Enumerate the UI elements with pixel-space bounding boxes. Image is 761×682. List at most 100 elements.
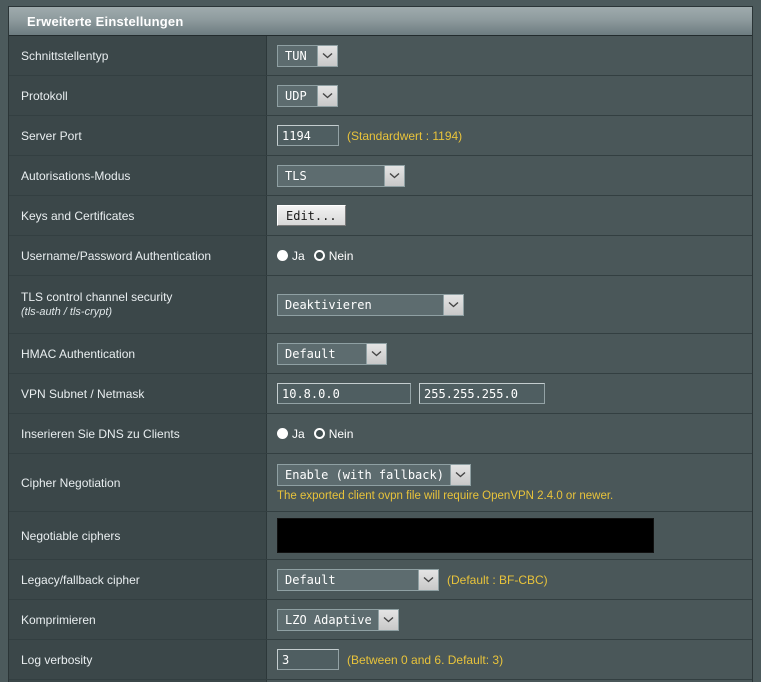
radio-userpass-auth-no-label: Nein bbox=[328, 248, 354, 263]
field-cell-hmac-authentication: Default bbox=[267, 334, 752, 373]
page-root: Erweiterte Einstellungen Schnittstellent… bbox=[0, 0, 761, 682]
select-tls-control-channel-value: Deaktivieren bbox=[285, 297, 372, 312]
row-interface-type: Schnittstellentyp TUN bbox=[9, 36, 752, 76]
label-cell-negotiable-ciphers: Negotiable ciphers bbox=[9, 512, 267, 559]
chevron-down-icon bbox=[443, 294, 463, 315]
label-keys-certificates: Keys and Certificates bbox=[21, 208, 135, 223]
radio-push-dns-no[interactable]: Nein bbox=[313, 427, 353, 441]
vpn-netmask-input[interactable] bbox=[419, 383, 545, 404]
label-cell-userpass-auth: Username/Password Authentication bbox=[9, 236, 267, 275]
label-push-dns: Inserieren Sie DNS zu Clients bbox=[21, 426, 180, 441]
chevron-down-icon bbox=[317, 85, 337, 106]
field-cell-tls-control-channel: Deaktivieren bbox=[267, 276, 752, 333]
field-cell-negotiable-ciphers bbox=[267, 512, 752, 559]
row-protocol: Protokoll UDP bbox=[9, 76, 752, 116]
label-log-verbosity: Log verbosity bbox=[21, 652, 93, 667]
label-cell-auth-mode: Autorisations-Modus bbox=[9, 156, 267, 195]
select-legacy-fallback-cipher[interactable]: Default bbox=[277, 568, 439, 591]
row-cipher-negotiation: Cipher Negotiation Enable (with fallback… bbox=[9, 454, 752, 512]
label-protocol: Protokoll bbox=[21, 88, 68, 103]
radio-icon-selected bbox=[313, 428, 325, 439]
select-hmac-authentication[interactable]: Default bbox=[277, 342, 387, 365]
label-cell-hmac-authentication: HMAC Authentication bbox=[9, 334, 267, 373]
row-push-dns: Inserieren Sie DNS zu Clients Ja Nein bbox=[9, 414, 752, 454]
radio-push-dns-yes[interactable]: Ja bbox=[277, 427, 305, 441]
server-port-hint: (Standardwert : 1194) bbox=[347, 128, 463, 143]
advanced-settings-panel: Erweiterte Einstellungen Schnittstellent… bbox=[8, 6, 753, 682]
field-cell-interface-type: TUN bbox=[267, 36, 752, 75]
label-hmac-authentication: HMAC Authentication bbox=[21, 346, 136, 361]
label-auth-mode: Autorisations-Modus bbox=[21, 168, 131, 183]
radio-userpass-auth-yes[interactable]: Ja bbox=[277, 249, 305, 263]
label-cell-cipher-negotiation: Cipher Negotiation bbox=[9, 454, 267, 511]
radio-icon-unselected bbox=[277, 428, 288, 439]
log-verbosity-hint: (Between 0 and 6. Default: 3) bbox=[347, 652, 504, 667]
field-cell-keys-certificates: Edit... bbox=[267, 196, 752, 235]
radio-group-push-dns: Ja Nein bbox=[277, 427, 744, 441]
select-compression-value: LZO Adaptive bbox=[285, 612, 372, 627]
label-cell-tls-control-channel: TLS control channel security (tls-auth /… bbox=[9, 276, 267, 333]
label-cipher-negotiation: Cipher Negotiation bbox=[21, 475, 121, 490]
chevron-down-icon bbox=[377, 609, 398, 630]
log-verbosity-input[interactable] bbox=[277, 649, 339, 670]
chevron-down-icon bbox=[418, 569, 438, 590]
row-auth-mode: Autorisations-Modus TLS bbox=[9, 156, 752, 196]
edit-keys-button[interactable]: Edit... bbox=[277, 205, 346, 226]
panel-title: Erweiterte Einstellungen bbox=[27, 13, 184, 29]
row-log-verbosity: Log verbosity (Between 0 and 6. Default:… bbox=[9, 640, 752, 680]
label-cell-server-port: Server Port bbox=[9, 116, 267, 155]
select-protocol[interactable]: UDP bbox=[277, 84, 338, 107]
label-vpn-subnet-netmask: VPN Subnet / Netmask bbox=[21, 386, 145, 401]
sublabel-tls-control-channel: (tls-auth / tls-crypt) bbox=[21, 306, 113, 318]
field-cell-push-dns: Ja Nein bbox=[267, 414, 752, 453]
label-negotiable-ciphers: Negotiable ciphers bbox=[21, 528, 121, 543]
label-tls-control-channel: TLS control channel security bbox=[21, 290, 173, 304]
field-cell-legacy-fallback-cipher: Default (Default : BF-CBC) bbox=[267, 560, 752, 599]
row-negotiable-ciphers: Negotiable ciphers bbox=[9, 512, 752, 560]
label-cell-vpn-subnet-netmask: VPN Subnet / Netmask bbox=[9, 374, 267, 413]
radio-push-dns-yes-label: Ja bbox=[292, 426, 305, 441]
chevron-down-icon bbox=[317, 45, 337, 66]
radio-icon-unselected bbox=[277, 250, 288, 261]
field-cell-server-port: (Standardwert : 1194) bbox=[267, 116, 752, 155]
label-cell-legacy-fallback-cipher: Legacy/fallback cipher bbox=[9, 560, 267, 599]
select-cipher-negotiation[interactable]: Enable (with fallback) bbox=[277, 463, 471, 486]
select-cipher-negotiation-value: Enable (with fallback) bbox=[285, 467, 444, 482]
field-cell-auth-mode: TLS bbox=[267, 156, 752, 195]
field-cell-vpn-subnet-netmask bbox=[267, 374, 752, 413]
row-tls-control-channel: TLS control channel security (tls-auth /… bbox=[9, 276, 752, 334]
field-cell-log-verbosity: (Between 0 and 6. Default: 3) bbox=[267, 640, 752, 679]
label-cell-interface-type: Schnittstellentyp bbox=[9, 36, 267, 75]
chevron-down-icon bbox=[449, 464, 470, 485]
label-cell-protocol: Protokoll bbox=[9, 76, 267, 115]
field-cell-protocol: UDP bbox=[267, 76, 752, 115]
select-protocol-value: UDP bbox=[285, 88, 307, 103]
select-hmac-authentication-value: Default bbox=[285, 346, 336, 361]
panel-header: Erweiterte Einstellungen bbox=[9, 7, 752, 36]
label-server-port: Server Port bbox=[21, 128, 82, 143]
label-compression: Komprimieren bbox=[21, 612, 96, 627]
row-server-port: Server Port (Standardwert : 1194) bbox=[9, 116, 752, 156]
select-interface-type[interactable]: TUN bbox=[277, 44, 338, 67]
select-auth-mode[interactable]: TLS bbox=[277, 164, 405, 187]
label-cell-push-dns: Inserieren Sie DNS zu Clients bbox=[9, 414, 267, 453]
label-legacy-fallback-cipher: Legacy/fallback cipher bbox=[21, 572, 140, 587]
select-tls-control-channel[interactable]: Deaktivieren bbox=[277, 293, 464, 316]
chevron-down-icon bbox=[366, 343, 386, 364]
radio-userpass-auth-no[interactable]: Nein bbox=[313, 248, 354, 263]
row-keys-certificates: Keys and Certificates Edit... bbox=[9, 196, 752, 236]
select-compression[interactable]: LZO Adaptive bbox=[277, 608, 399, 631]
row-legacy-fallback-cipher: Legacy/fallback cipher Default (Default … bbox=[9, 560, 752, 600]
server-port-input[interactable] bbox=[277, 125, 339, 146]
radio-group-userpass-auth: Ja Nein bbox=[277, 249, 744, 263]
label-cell-keys-certificates: Keys and Certificates bbox=[9, 196, 267, 235]
radio-icon-selected bbox=[313, 250, 325, 261]
row-compression: Komprimieren LZO Adaptive bbox=[9, 600, 752, 640]
vpn-subnet-input[interactable] bbox=[277, 383, 411, 404]
row-userpass-auth: Username/Password Authentication Ja Nein bbox=[9, 236, 752, 276]
field-cell-cipher-negotiation: Enable (with fallback) The exported clie… bbox=[267, 454, 752, 511]
negotiable-ciphers-redacted-box[interactable] bbox=[277, 518, 654, 553]
legacy-fallback-cipher-hint: (Default : BF-CBC) bbox=[447, 572, 548, 587]
label-cell-compression: Komprimieren bbox=[9, 600, 267, 639]
row-vpn-subnet-netmask: VPN Subnet / Netmask bbox=[9, 374, 752, 414]
